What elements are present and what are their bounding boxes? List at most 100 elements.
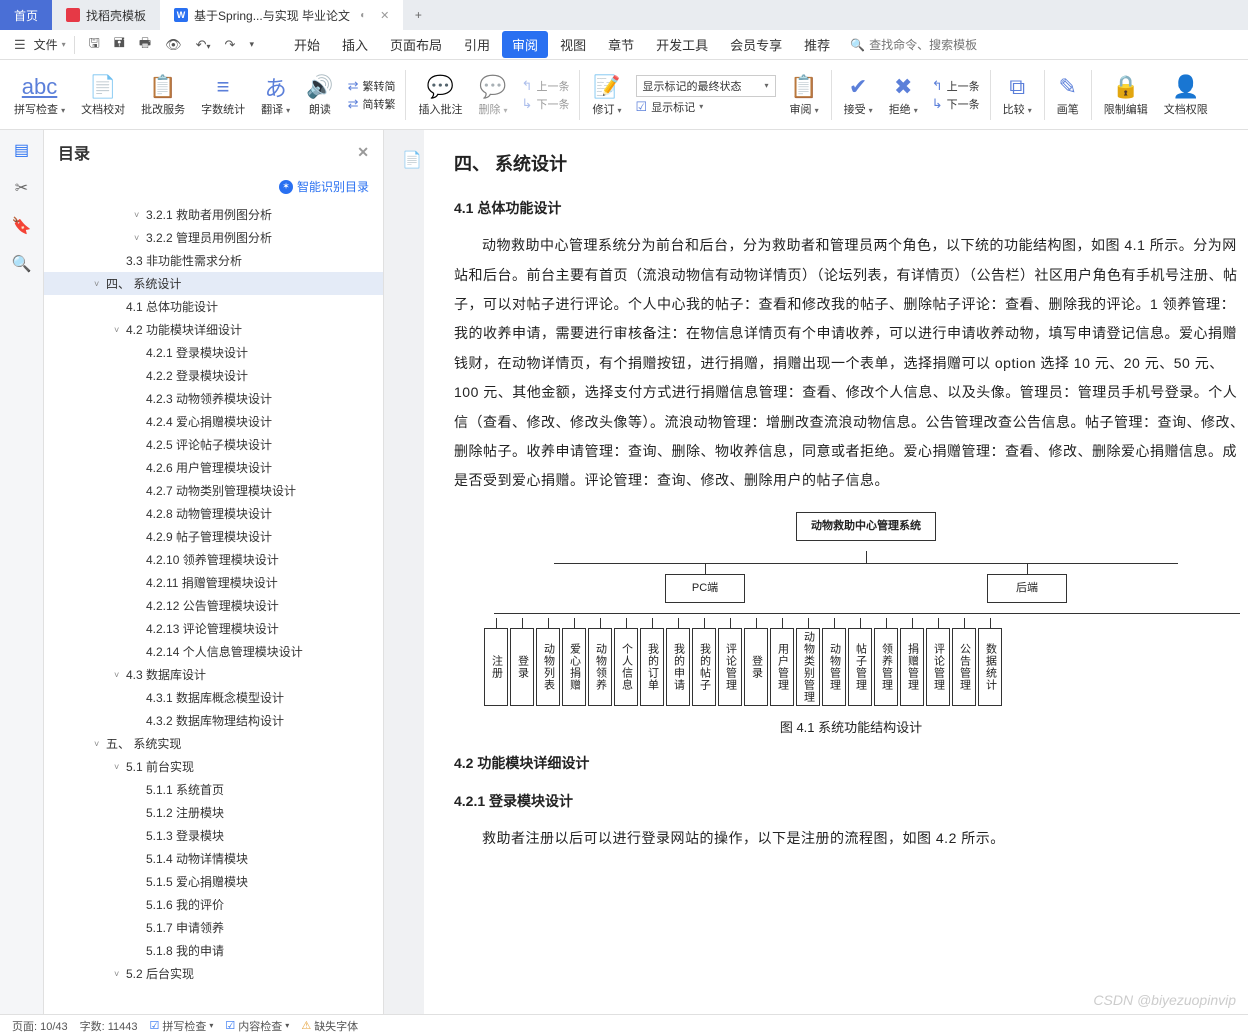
ribbon-reject[interactable]: ✖拒绝 ▾ — [881, 64, 926, 126]
menu-insert[interactable]: 插入 — [332, 31, 378, 58]
bookmark-rail-icon[interactable]: 🔖 — [12, 216, 32, 236]
toc-item[interactable]: 5.1.8 我的申请 — [44, 939, 383, 962]
toc-item[interactable]: 4.2.12 公告管理模块设计 — [44, 594, 383, 617]
ribbon-restrict[interactable]: 🔒限制编辑 — [1096, 64, 1156, 126]
ribbon-delete-comment[interactable]: 💬删除 ▾ — [470, 64, 515, 126]
outline-close-icon[interactable]: ✕ — [357, 144, 369, 161]
save-as-icon[interactable]: 🖬 — [108, 30, 131, 60]
toc-item[interactable]: ˅五、 系统实现 — [44, 732, 383, 755]
outline-rail-icon[interactable]: ▤ — [12, 140, 32, 160]
ribbon-tw2zh[interactable]: ⇄简转繁 — [348, 96, 396, 112]
pen-icon: ✎ — [1059, 73, 1077, 101]
print-preview-icon[interactable]: 👁 — [159, 33, 188, 57]
status-page[interactable]: 页面: 10/43 — [12, 1018, 68, 1034]
ribbon-accept[interactable]: ✔接受 ▾ — [836, 64, 881, 126]
toc-item[interactable]: ˅四、 系统设计 — [44, 272, 383, 295]
ribbon-zh2tw[interactable]: ⇄繁转简 — [348, 78, 396, 94]
toc-item[interactable]: 4.2.1 登录模块设计 — [44, 341, 383, 364]
ribbon-insert-comment[interactable]: 💬插入批注 — [410, 64, 470, 126]
ribbon-wordcount[interactable]: ≡字数统计 — [193, 64, 253, 126]
status-contentcheck[interactable]: ☑内容检查 ▾ — [225, 1018, 289, 1034]
toc-item[interactable]: 4.2.4 爱心捐赠模块设计 — [44, 410, 383, 433]
menu-reference[interactable]: 引用 — [454, 31, 500, 58]
tab-new[interactable]: + — [403, 0, 433, 30]
menu-recommend[interactable]: 推荐 — [794, 31, 840, 58]
toc-item[interactable]: 4.2.14 个人信息管理模块设计 — [44, 640, 383, 663]
toc-item[interactable]: ˅3.2.2 管理员用例图分析 — [44, 226, 383, 249]
toc-item[interactable]: 5.1.1 系统首页 — [44, 778, 383, 801]
toc-item[interactable]: ˅4.2 功能模块详细设计 — [44, 318, 383, 341]
tab-template[interactable]: 找稻壳模板 — [52, 0, 160, 30]
menu-devtools[interactable]: 开发工具 — [646, 31, 718, 58]
toc-item[interactable]: 4.2.6 用户管理模块设计 — [44, 456, 383, 479]
ribbon-translate[interactable]: あ翻译 ▾ — [253, 64, 298, 126]
document-area[interactable]: 📄 四、 系统设计 4.1 总体功能设计 动物救助中心管理系统分为前台和后台，分… — [384, 130, 1248, 1014]
status-missingfont[interactable]: ⚠缺失字体 — [301, 1018, 358, 1034]
clip-rail-icon[interactable]: ✂ — [12, 178, 32, 198]
toc-item[interactable]: 4.2.7 动物类别管理模块设计 — [44, 479, 383, 502]
menu-vip[interactable]: 会员专享 — [720, 31, 792, 58]
toc-item[interactable]: 4.2.5 评论帖子模块设计 — [44, 433, 383, 456]
menu-layout[interactable]: 页面布局 — [380, 31, 452, 58]
toc-item[interactable]: 4.1 总体功能设计 — [44, 295, 383, 318]
ribbon-markup-select[interactable]: 显示标记的最终状态▾ — [636, 75, 776, 97]
toc-item[interactable]: ˅3.2.1 救助者用例图分析 — [44, 203, 383, 226]
doc-indicator-icon[interactable]: 📄 — [402, 150, 422, 170]
status-spellcheck[interactable]: ☑拼写检查 ▾ — [150, 1018, 214, 1034]
status-words[interactable]: 字数: 11443 — [80, 1018, 138, 1034]
toc-item[interactable]: 3.3 非功能性需求分析 — [44, 249, 383, 272]
outline-smart-detect[interactable]: ✶智能识别目录 — [44, 174, 383, 199]
toc-item[interactable]: ˅5.2 后台实现 — [44, 962, 383, 985]
menu-start[interactable]: 开始 — [284, 31, 330, 58]
toc-item[interactable]: 5.1.3 登录模块 — [44, 824, 383, 847]
search-rail-icon[interactable]: 🔍 — [12, 254, 32, 274]
toc-item[interactable]: 4.2.2 登录模块设计 — [44, 364, 383, 387]
toc-item[interactable]: 4.2.3 动物领养模块设计 — [44, 387, 383, 410]
menu-section[interactable]: 章节 — [598, 31, 644, 58]
ribbon-review[interactable]: 📋审阅 ▾ — [782, 64, 827, 126]
print-icon[interactable]: 🖶 — [133, 30, 157, 60]
tab-home[interactable]: 首页 — [0, 0, 52, 30]
ribbon-prev-comment[interactable]: ↰上一条 — [522, 78, 570, 94]
outline-body[interactable]: ˅3.2.1 救助者用例图分析˅3.2.2 管理员用例图分析3.3 非功能性需求… — [44, 199, 383, 1014]
ribbon-next-comment[interactable]: ↳下一条 — [522, 96, 570, 112]
ribbon-show-markup[interactable]: ☑显示标记 ▾ — [636, 99, 776, 115]
toc-item[interactable]: 4.2.11 捐赠管理模块设计 — [44, 571, 383, 594]
toc-item[interactable]: 5.1.7 申请领养 — [44, 916, 383, 939]
save-icon[interactable]: 🖫 — [83, 30, 106, 60]
toc-item[interactable]: 5.1.2 注册模块 — [44, 801, 383, 824]
ribbon-read[interactable]: 🔊朗读 — [298, 64, 341, 126]
toc-item[interactable]: 5.1.5 爱心捐赠模块 — [44, 870, 383, 893]
ribbon-pen[interactable]: ✎画笔 — [1049, 64, 1087, 126]
dropdown-icon[interactable]: ▾ — [243, 35, 260, 54]
ribbon-next-rev[interactable]: ↳下一条 — [932, 96, 980, 112]
search-input[interactable] — [869, 38, 989, 52]
redo-icon[interactable]: ↷ — [219, 33, 242, 57]
ribbon-compare[interactable]: ⧉比较 ▾ — [995, 64, 1040, 126]
toc-item[interactable]: 4.2.13 评论管理模块设计 — [44, 617, 383, 640]
ribbon-spellcheck[interactable]: abc拼写检查 ▾ — [6, 64, 73, 126]
toc-item[interactable]: 4.2.10 领养管理模块设计 — [44, 548, 383, 571]
chevron-icon: ˅ — [114, 325, 126, 335]
hamburger-icon[interactable]: ☰ — [8, 33, 32, 57]
ribbon-revise[interactable]: 📝修订 ▾ — [584, 64, 629, 126]
toc-item[interactable]: 4.2.9 帖子管理模块设计 — [44, 525, 383, 548]
file-menu[interactable]: 文件▾ — [34, 36, 66, 53]
tab-document-active[interactable]: W基于Spring...与实现 毕业论文◐✕ — [160, 0, 403, 30]
ribbon-proofread[interactable]: 📄文档校对 — [73, 64, 133, 126]
toc-item[interactable]: ˅4.3 数据库设计 — [44, 663, 383, 686]
ribbon-docperm[interactable]: 👤文档权限 — [1156, 64, 1216, 126]
ribbon-prev-rev[interactable]: ↰上一条 — [932, 78, 980, 94]
tab-close-icon[interactable]: ✕ — [380, 9, 389, 22]
undo-icon[interactable]: ↶▾ — [190, 33, 217, 57]
menu-view[interactable]: 视图 — [550, 31, 596, 58]
toc-item[interactable]: 5.1.6 我的评价 — [44, 893, 383, 916]
toc-item[interactable]: ˅5.1 前台实现 — [44, 755, 383, 778]
toc-item[interactable]: 4.2.8 动物管理模块设计 — [44, 502, 383, 525]
menu-review[interactable]: 审阅 — [502, 31, 548, 58]
command-search[interactable]: 🔍 — [850, 38, 989, 52]
ribbon-approve[interactable]: 📋批改服务 — [133, 64, 193, 126]
toc-item[interactable]: 4.3.1 数据库概念模型设计 — [44, 686, 383, 709]
toc-item[interactable]: 4.3.2 数据库物理结构设计 — [44, 709, 383, 732]
toc-item[interactable]: 5.1.4 动物详情模块 — [44, 847, 383, 870]
